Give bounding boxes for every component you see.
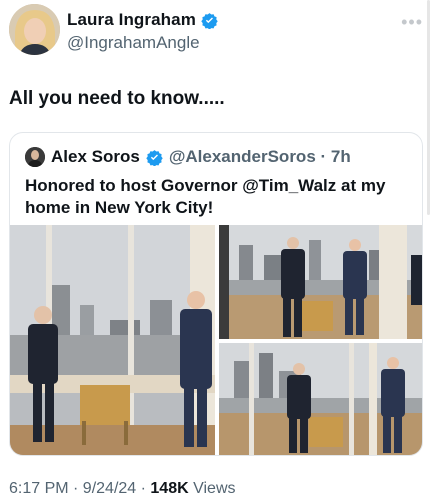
- quoted-display-name: Alex Soros: [51, 147, 140, 166]
- verified-badge-icon: [201, 12, 218, 29]
- more-options-icon[interactable]: •••: [401, 12, 423, 33]
- quoted-tweet[interactable]: Alex Soros @AlexanderSoros · 7h Honored …: [9, 132, 423, 456]
- views-count: 148K: [150, 480, 189, 497]
- tweet-meta: 6:17 PM · 9/24/24 · 148K Views: [9, 480, 236, 498]
- author-handle[interactable]: @IngrahamAngle: [67, 33, 200, 53]
- photo-2[interactable]: [219, 225, 422, 339]
- tweet-timestamp[interactable]: 6:17 PM · 9/24/24 ·: [9, 480, 150, 497]
- scrollbar[interactable]: [427, 0, 430, 215]
- quoted-handle-time: @AlexanderSoros · 7h: [168, 147, 351, 166]
- quoted-text: Honored to host Governor @Tim_Walz at my…: [25, 176, 386, 217]
- photo-grid: [10, 225, 422, 455]
- views-label: Views: [188, 480, 236, 497]
- photo-1[interactable]: [10, 225, 215, 455]
- tweet-text: All you need to know.....: [9, 88, 225, 109]
- tweet-header: Laura Ingraham @IngrahamAngle •••: [9, 4, 423, 58]
- photo-3[interactable]: [219, 343, 422, 455]
- author-display-name[interactable]: Laura Ingraham: [67, 10, 196, 30]
- verified-badge-icon: [146, 149, 163, 166]
- quoted-avatar: [25, 147, 45, 167]
- author-avatar[interactable]: [9, 4, 60, 55]
